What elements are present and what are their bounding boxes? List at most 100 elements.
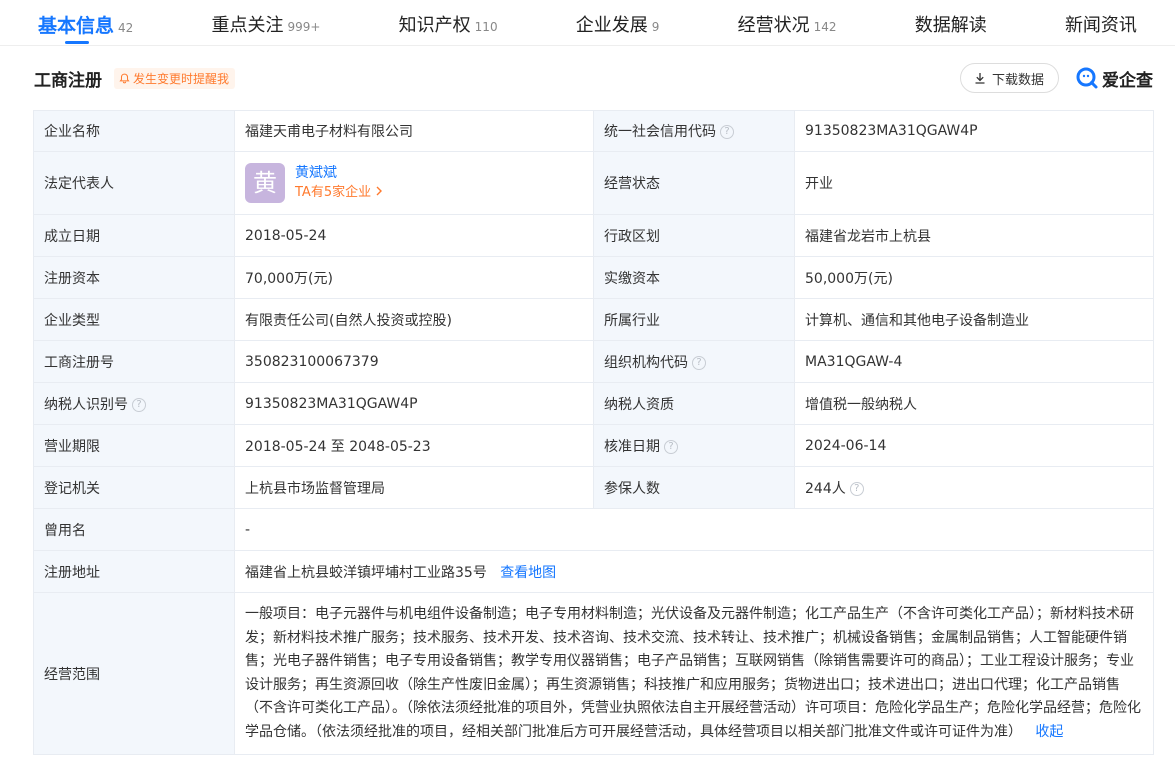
legal-rep-companies-link[interactable]: TA有5家企业 [295,183,383,203]
established-date: 2018-05-24 [234,214,594,257]
field-label: 核准日期? [593,424,795,467]
download-label: 下载数据 [991,72,1044,88]
section-header: 工商注册 发生变更时提醒我 下载数据 爱企查 [0,46,1175,110]
business-registration-table: 企业名称 福建天甫电子材料有限公司 统一社会信用代码? 91350823MA31… [33,110,1154,755]
field-label: 企业类型 [33,298,235,341]
field-label-text: 核准日期 [604,438,660,455]
help-icon[interactable]: ? [664,439,678,454]
table-row: 企业名称 福建天甫电子材料有限公司 统一社会信用代码? 91350823MA31… [33,110,1154,152]
insured-count: 244人? [794,466,1154,509]
table-row: 曾用名 - [33,508,1154,551]
field-label: 所属行业 [593,298,795,341]
tab-label: 知识产权 [398,14,471,36]
tab-label: 经营状况 [737,14,810,36]
bell-icon [119,73,130,83]
field-label: 参保人数 [593,466,795,509]
avatar[interactable]: 黄 [245,163,285,203]
business-term: 2018-05-24 至 2048-05-23 [234,424,594,467]
help-icon[interactable]: ? [849,481,864,496]
field-label: 注册地址 [33,550,235,593]
legal-rep-companies-text: TA有5家企业 [295,185,372,200]
table-row: 纳税人识别号? 91350823MA31QGAW4P 纳税人资质 增值税一般纳税… [33,382,1154,425]
help-icon[interactable]: ? [692,355,706,370]
business-scope: 一般项目：电子元器件与机电组件设备制造；电子专用材料制造；光伏设备及元器件制造；… [234,592,1154,755]
aiqicha-logo-icon [1076,67,1098,89]
approval-date: 2024-06-14 [794,424,1154,467]
registration-authority: 上杭县市场监督管理局 [234,466,594,509]
table-row: 工商注册号 350823100067379 组织机构代码? MA31QGAW-4 [33,340,1154,383]
view-map-link[interactable]: 查看地图 [500,565,556,581]
administrative-region: 福建省龙岩市上杭县 [794,214,1154,257]
remind-label: 发生变更时提醒我 [133,71,230,86]
field-label: 经营范围 [33,592,235,755]
help-icon[interactable]: ? [720,125,734,139]
field-label: 成立日期 [33,214,235,257]
field-label: 营业期限 [33,424,235,467]
tab-data-analysis[interactable]: 数据解读 [915,0,987,46]
tab-label: 基本信息 [38,14,115,37]
taxpayer-qualification: 增值税一般纳税人 [794,382,1154,425]
tab-count: 42 [118,20,134,35]
paid-in-capital: 50,000万(元) [794,256,1154,299]
organization-code: MA31QGAW-4 [794,340,1154,383]
tab-label: 新闻资讯 [1064,14,1137,36]
brand-logo: 爱企查 [1075,66,1153,91]
help-icon[interactable]: ? [132,397,146,412]
tab-basic-info[interactable]: 基本信息 42 [38,0,133,46]
tab-ip[interactable]: 知识产权 110 [399,0,498,46]
chevron-right-icon [376,186,383,196]
tab-development[interactable]: 企业发展 9 [576,0,660,46]
operating-status: 开业 [794,151,1154,215]
field-label: 注册资本 [33,256,235,299]
tab-key-focus[interactable]: 重点关注 999+ [212,0,321,46]
collapse-link[interactable]: 收起 [1035,724,1063,740]
table-row: 注册地址 福建省上杭县蛟洋镇坪埔村工业路35号 查看地图 [33,550,1154,593]
field-label: 经营状态 [593,151,795,215]
change-remind-button[interactable]: 发生变更时提醒我 [114,67,236,89]
tab-count: 110 [474,19,498,34]
tab-count: 142 [813,19,837,34]
field-label: 行政区划 [593,214,795,257]
field-label: 纳税人资质 [593,382,795,425]
field-label: 工商注册号 [33,340,235,383]
tab-count: 999+ [287,19,321,34]
tab-label: 数据解读 [914,14,987,36]
table-row: 登记机关 上杭县市场监督管理局 参保人数 244人? [33,466,1154,509]
company-type: 有限责任公司(自然人投资或控股) [234,298,594,341]
section-title: 工商注册 [34,70,102,91]
legal-representative: 黄 黄斌斌 TA有5家企业 [234,151,594,215]
tab-operations[interactable]: 经营状况 142 [738,0,837,46]
company-name: 福建天甫电子材料有限公司 [234,110,594,152]
tab-bar: 基本信息 42 重点关注 999+ 知识产权 110 企业发展 9 经营状况 142 数据… [0,0,1175,46]
field-label: 纳税人识别号? [33,382,235,425]
field-label: 登记机关 [33,466,235,509]
business-scope-text: 一般项目：电子元器件与机电组件设备制造；电子专用材料制造；光伏设备及元器件制造；… [245,606,1141,740]
download-data-button[interactable]: 下载数据 [959,63,1059,93]
table-row: 注册资本 70,000万(元) 实缴资本 50,000万(元) [33,256,1154,299]
tab-label: 重点关注 [211,14,284,36]
download-icon [975,73,985,84]
former-name: - [234,508,1154,551]
address-text: 福建省上杭县蛟洋镇坪埔村工业路35号 [245,564,487,581]
insured-count-value: 244人 [805,480,846,497]
field-label: 组织机构代码? [593,340,795,383]
legal-rep-name-link[interactable]: 黄斌斌 [295,163,383,183]
table-row: 成立日期 2018-05-24 行政区划 福建省龙岩市上杭县 [33,214,1154,257]
field-label: 统一社会信用代码? [593,110,795,152]
taxpayer-id: 91350823MA31QGAW4P [234,382,594,425]
field-label-text: 统一社会信用代码 [604,124,716,140]
credit-code: 91350823MA31QGAW4P [794,110,1154,152]
registered-capital: 70,000万(元) [234,256,594,299]
tab-count: 9 [651,19,660,34]
table-row: 法定代表人 黄 黄斌斌 TA有5家企业 经营状态 开业 [33,151,1154,215]
tab-label: 企业发展 [575,14,648,36]
field-label: 法定代表人 [33,151,235,215]
field-label: 实缴资本 [593,256,795,299]
table-row: 经营范围 一般项目：电子元器件与机电组件设备制造；电子专用材料制造；光伏设备及元… [33,592,1154,755]
field-label: 企业名称 [33,110,235,152]
table-row: 营业期限 2018-05-24 至 2048-05-23 核准日期? 2024-… [33,424,1154,467]
table-row: 企业类型 有限责任公司(自然人投资或控股) 所属行业 计算机、通信和其他电子设备… [33,298,1154,341]
tab-news[interactable]: 新闻资讯 [1065,0,1137,46]
brand-name: 爱企查 [1102,70,1153,91]
industry: 计算机、通信和其他电子设备制造业 [794,298,1154,341]
